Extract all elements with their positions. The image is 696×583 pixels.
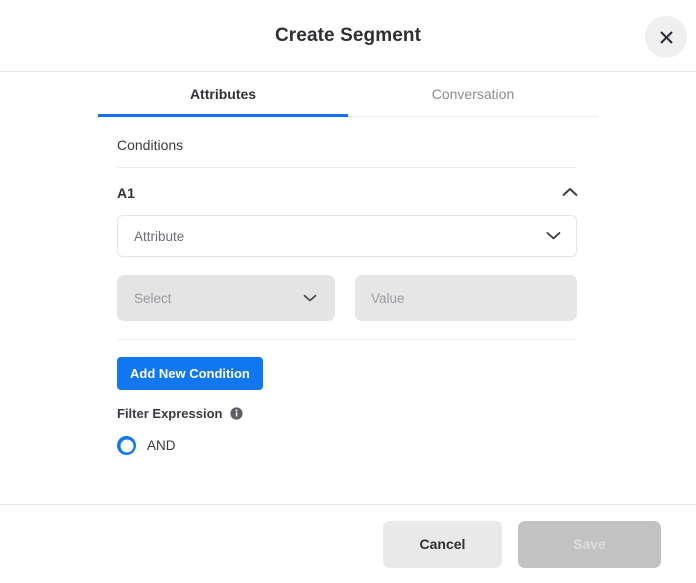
attribute-select-placeholder: Attribute	[134, 228, 185, 244]
tab-attributes-label: Attributes	[189, 86, 257, 102]
condition-fields: Attribute Select Value	[117, 215, 577, 340]
filter-expression-row: Filter Expression	[117, 406, 577, 421]
operator-value-row: Select Value	[117, 275, 577, 321]
conditions-section: Conditions A1 Attribute Select Value Add…	[117, 117, 579, 455]
operator-select[interactable]: Select	[117, 275, 335, 321]
close-icon	[659, 30, 674, 45]
condition-group-header[interactable]: A1	[117, 168, 579, 215]
filter-expression-option-and[interactable]: AND	[117, 436, 577, 455]
condition-group-name: A1	[117, 185, 135, 201]
operator-select-placeholder: Select	[134, 290, 172, 306]
tab-conversation[interactable]: Conversation	[348, 72, 598, 116]
tab-conversation-label: Conversation	[431, 86, 515, 102]
tab-attributes[interactable]: Attributes	[98, 72, 348, 117]
chevron-down-icon	[302, 291, 318, 306]
cancel-button[interactable]: Cancel	[383, 520, 502, 568]
info-icon[interactable]	[230, 407, 244, 420]
tab-bar: Attributes Conversation	[98, 72, 598, 117]
modal-footer: Cancel Save	[0, 504, 696, 583]
conditions-heading: Conditions	[117, 117, 577, 168]
page-title: Create Segment	[274, 24, 422, 46]
radio-and-label: AND	[147, 438, 176, 453]
value-input[interactable]: Value	[355, 275, 577, 321]
chevron-down-icon	[545, 229, 562, 244]
value-input-placeholder: Value	[371, 290, 405, 306]
collapse-group-button[interactable]	[561, 186, 579, 201]
chevron-up-icon	[561, 186, 579, 201]
radio-and[interactable]	[117, 436, 136, 455]
modal-body: Conditions A1 Attribute Select Value Add…	[0, 117, 696, 506]
add-new-condition-button[interactable]: Add New Condition	[117, 357, 263, 390]
modal-header: Create Segment	[0, 0, 696, 72]
save-button[interactable]: Save	[518, 520, 661, 568]
create-segment-modal: Create Segment Attributes Conversation C…	[0, 0, 696, 583]
close-button[interactable]	[645, 16, 687, 58]
filter-expression-label: Filter Expression	[117, 406, 223, 421]
attribute-select[interactable]: Attribute	[117, 215, 577, 257]
